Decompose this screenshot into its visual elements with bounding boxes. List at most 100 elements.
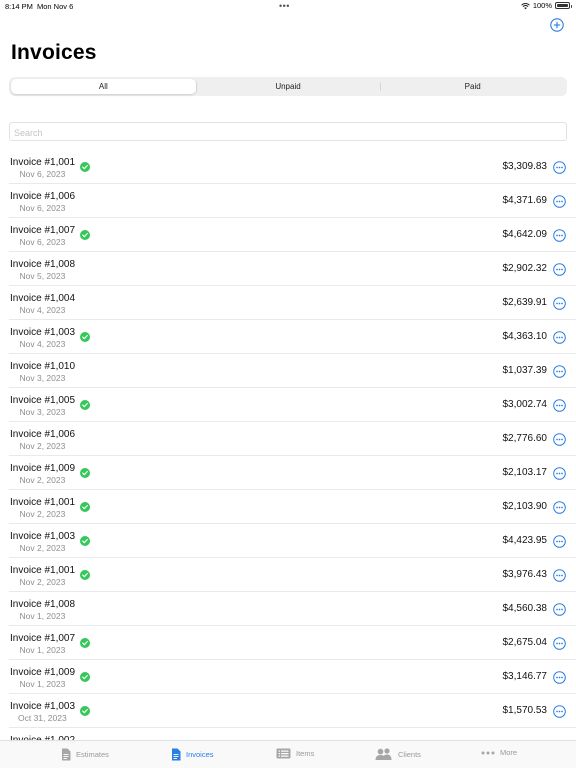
invoice-row[interactable]: Invoice #1,003 Nov 4, 2023 $4,363.10 xyxy=(0,320,576,354)
invoice-amount: $3,146.77 xyxy=(502,671,548,682)
more-options-icon[interactable] xyxy=(553,331,566,344)
more-options-icon[interactable] xyxy=(553,365,566,378)
tab-items-label: Items xyxy=(296,749,315,758)
invoice-title: Invoice #1,008 xyxy=(10,599,76,610)
search-input[interactable] xyxy=(10,124,566,142)
invoice-amount: $4,560.38 xyxy=(502,603,548,614)
more-options-icon[interactable] xyxy=(553,229,566,242)
invoice-title: Invoice #1,009 xyxy=(10,667,76,678)
invoice-row[interactable]: Invoice #1,005 Nov 3, 2023 $3,002.74 xyxy=(0,388,576,422)
paid-checkmark-icon xyxy=(80,400,90,410)
tab-estimates[interactable]: Estimates xyxy=(61,748,109,761)
invoice-title: Invoice #1,007 xyxy=(10,633,76,644)
invoice-row[interactable]: Invoice #1,008 Nov 5, 2023 $2,902.32 xyxy=(0,252,576,286)
invoice-row[interactable]: Invoice #1,003 Nov 2, 2023 $4,423.95 xyxy=(0,524,576,558)
invoice-row[interactable]: Invoice #1,007 Nov 1, 2023 $2,675.04 xyxy=(0,626,576,660)
tab-bar: Estimates Invoices Items Clients More xyxy=(0,740,576,768)
paid-checkmark-icon xyxy=(80,570,90,580)
invoice-amount: $4,371.69 xyxy=(502,195,548,206)
invoice-amount: $4,363.10 xyxy=(502,331,548,342)
more-options-icon[interactable] xyxy=(553,705,566,718)
tab-invoices-label: Invoices xyxy=(186,750,214,759)
invoice-date: Nov 2, 2023 xyxy=(19,509,66,519)
invoice-title: Invoice #1,003 xyxy=(10,327,76,338)
tab-clients[interactable]: Clients xyxy=(375,748,421,760)
invoice-title: Invoice #1,010 xyxy=(10,361,76,372)
invoice-date: Nov 1, 2023 xyxy=(19,611,66,621)
more-options-icon[interactable] xyxy=(553,263,566,276)
invoice-row[interactable]: Invoice #1,001 Nov 2, 2023 $3,976.43 xyxy=(0,558,576,592)
invoice-amount: $2,902.32 xyxy=(502,263,548,274)
ellipsis-icon xyxy=(481,751,495,754)
paid-checkmark-icon xyxy=(80,638,90,648)
invoice-amount: $3,309.83 xyxy=(502,161,548,172)
invoice-amount: $2,776.60 xyxy=(502,433,548,444)
invoice-date: Nov 4, 2023 xyxy=(19,305,66,315)
more-options-icon[interactable] xyxy=(553,433,566,446)
invoice-row[interactable]: Invoice #1,009 Nov 2, 2023 $2,103.17 xyxy=(0,456,576,490)
more-options-icon[interactable] xyxy=(553,671,566,684)
invoice-title: Invoice #1,001 xyxy=(10,565,76,576)
paid-checkmark-icon xyxy=(80,230,90,240)
invoice-date: Nov 6, 2023 xyxy=(19,203,66,213)
invoice-row[interactable]: Invoice #1,007 Nov 6, 2023 $4,642.09 xyxy=(0,218,576,252)
paid-checkmark-icon xyxy=(80,162,90,172)
invoice-amount: $1,037.39 xyxy=(502,365,548,376)
invoice-row[interactable]: Invoice #1,004 Nov 4, 2023 $2,639.91 xyxy=(0,286,576,320)
invoice-date: Nov 1, 2023 xyxy=(19,679,66,689)
more-options-icon[interactable] xyxy=(553,535,566,548)
battery-percent: 100% xyxy=(532,1,552,10)
more-options-icon[interactable] xyxy=(553,161,566,174)
invoice-amount: $1,570.53 xyxy=(502,705,548,716)
status-date: Mon Nov 6 xyxy=(37,2,74,11)
tab-estimates-label: Estimates xyxy=(76,750,109,759)
status-time: 8:14 PM xyxy=(5,2,33,11)
paid-checkmark-icon xyxy=(80,468,90,478)
invoice-date: Nov 3, 2023 xyxy=(19,407,66,417)
list-icon xyxy=(276,748,291,759)
document-filled-icon xyxy=(172,748,181,761)
invoice-amount: $4,642.09 xyxy=(502,229,548,240)
segment-paid[interactable]: Paid xyxy=(380,79,565,94)
invoice-row[interactable]: Invoice #1,001 Nov 6, 2023 $3,309.83 xyxy=(0,150,576,184)
multitasking-dots[interactable]: ••• xyxy=(279,1,290,11)
segment-all[interactable]: All xyxy=(11,79,196,94)
invoice-row[interactable]: Invoice #1,008 Nov 1, 2023 $4,560.38 xyxy=(0,592,576,626)
invoice-list: Invoice #1,001 Nov 6, 2023 $3,309.83 Invoic… xyxy=(0,150,576,728)
invoice-amount: $3,002.74 xyxy=(502,399,548,410)
paid-checkmark-icon xyxy=(80,332,90,342)
invoice-row[interactable]: Invoice #1,010 Nov 3, 2023 $1,037.39 xyxy=(0,354,576,388)
segment-unpaid[interactable]: Unpaid xyxy=(195,79,381,94)
invoice-row[interactable]: Invoice #1,009 Nov 1, 2023 $3,146.77 xyxy=(0,660,576,694)
invoice-filter-segmented-control: All Unpaid Paid xyxy=(9,77,567,96)
invoice-date: Nov 2, 2023 xyxy=(19,577,66,587)
invoice-date: Nov 5, 2023 xyxy=(19,271,66,281)
paid-checkmark-icon xyxy=(80,672,90,682)
add-invoice-button[interactable] xyxy=(550,18,564,32)
invoice-row[interactable]: Invoice #1,006 Nov 6, 2023 $4,371.69 xyxy=(0,184,576,218)
document-icon xyxy=(62,748,71,761)
invoice-title: Invoice #1,003 xyxy=(10,701,76,712)
invoice-row[interactable]: Invoice #1,003 Oct 31, 2023 $1,570.53 xyxy=(0,694,576,728)
paid-checkmark-icon xyxy=(80,536,90,546)
tab-clients-label: Clients xyxy=(398,749,421,759)
invoice-date: Nov 6, 2023 xyxy=(19,237,66,247)
more-options-icon[interactable] xyxy=(553,637,566,650)
battery-icon xyxy=(555,2,572,9)
wifi-icon xyxy=(521,2,530,9)
invoice-row[interactable]: Invoice #1,006 Nov 2, 2023 $2,776.60 xyxy=(0,422,576,456)
invoice-title: Invoice #1,004 xyxy=(10,293,76,304)
more-options-icon[interactable] xyxy=(553,501,566,514)
invoice-row[interactable]: Invoice #1,001 Nov 2, 2023 $2,103.90 xyxy=(0,490,576,524)
tab-invoices[interactable]: Invoices xyxy=(171,748,214,761)
tab-items[interactable]: Items xyxy=(276,748,314,759)
more-options-icon[interactable] xyxy=(553,569,566,582)
more-options-icon[interactable] xyxy=(553,297,566,310)
invoice-date: Nov 2, 2023 xyxy=(19,475,66,485)
more-options-icon[interactable] xyxy=(553,467,566,480)
tab-more[interactable]: More xyxy=(481,748,517,757)
more-options-icon[interactable] xyxy=(553,399,566,412)
invoice-title: Invoice #1,009 xyxy=(10,463,76,474)
more-options-icon[interactable] xyxy=(553,603,566,616)
more-options-icon[interactable] xyxy=(553,195,566,208)
